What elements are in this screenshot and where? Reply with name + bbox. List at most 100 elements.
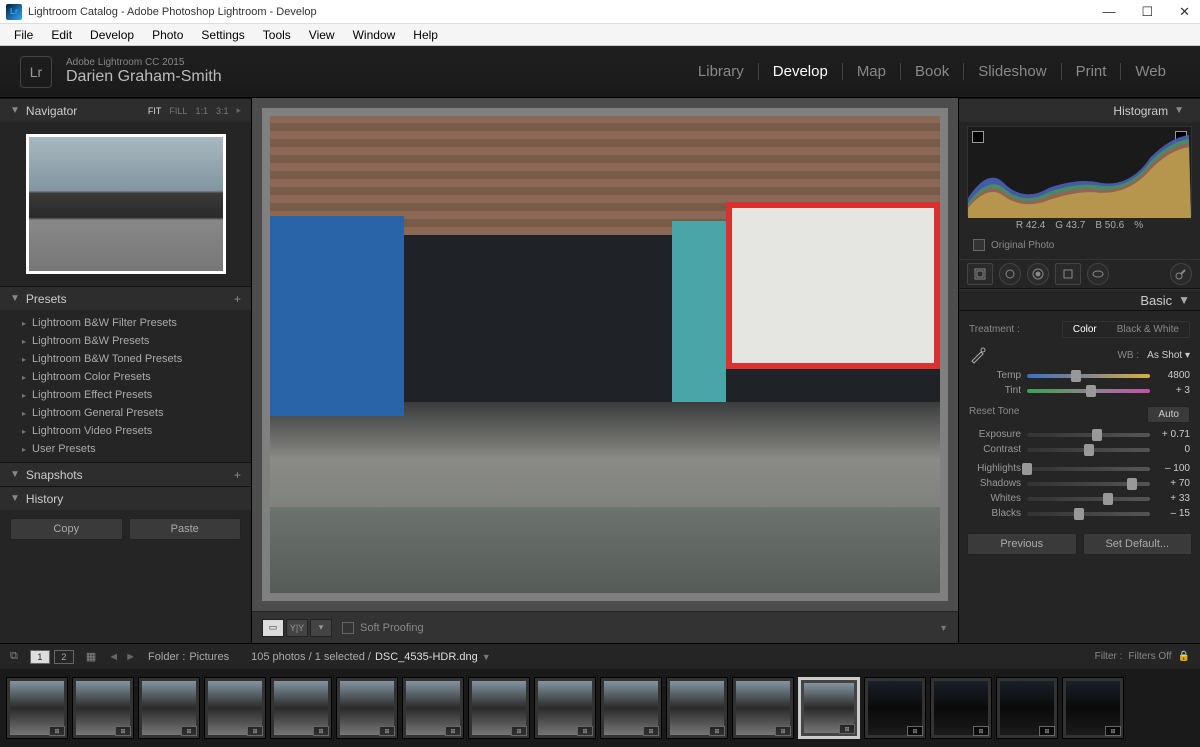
paste-button[interactable]: Paste <box>129 518 242 540</box>
thumbnail[interactable]: ⊞ <box>270 677 332 739</box>
copy-button[interactable]: Copy <box>10 518 123 540</box>
module-print[interactable]: Print <box>1062 63 1122 80</box>
filter-lock-icon[interactable]: 🔒 <box>1178 651 1190 662</box>
preset-folder[interactable]: Lightroom B&W Filter Presets <box>0 314 251 332</box>
current-file[interactable]: DSC_4535-HDR.dng <box>375 651 478 663</box>
presets-panel-header[interactable]: ▼Presets + <box>0 286 251 310</box>
add-snapshot-icon[interactable]: + <box>234 468 241 482</box>
slider-tint-slider[interactable] <box>1027 389 1150 393</box>
nav-forward-icon[interactable]: ► <box>125 651 136 663</box>
original-photo-checkbox[interactable] <box>973 239 985 251</box>
treatment-color[interactable]: Color <box>1063 322 1107 337</box>
menu-edit[interactable]: Edit <box>43 26 80 44</box>
navigator-panel-header[interactable]: ▼Navigator FITFILL1:13:1▸ <box>0 98 251 122</box>
basic-panel-header[interactable]: Basic ▼ <box>959 289 1200 311</box>
graduated-filter-icon[interactable] <box>1055 263 1081 285</box>
maximize-button[interactable]: ☐ <box>1137 4 1157 20</box>
adjustment-brush-icon[interactable] <box>1170 263 1192 285</box>
thumbnail[interactable]: ⊞ <box>6 677 68 739</box>
module-book[interactable]: Book <box>901 63 964 80</box>
redeye-tool-icon[interactable] <box>1027 263 1049 285</box>
minimize-button[interactable]: — <box>1098 4 1119 20</box>
preset-folder[interactable]: Lightroom General Presets <box>0 404 251 422</box>
main-window-button[interactable]: 1 <box>30 650 50 664</box>
filter-select[interactable]: Filters Off <box>1128 651 1171 662</box>
add-preset-icon[interactable]: + <box>234 292 241 306</box>
nav-back-icon[interactable]: ◄ <box>108 651 119 663</box>
preset-folder[interactable]: Lightroom Color Presets <box>0 368 251 386</box>
thumbnail[interactable]: ⊞ <box>138 677 200 739</box>
wb-select[interactable]: As Shot ▾ <box>1147 350 1190 361</box>
history-panel-header[interactable]: ▼History <box>0 486 251 510</box>
before-after-lr-icon[interactable]: Y|Y <box>286 619 308 637</box>
loupe-view-icon[interactable]: ▭ <box>262 619 284 637</box>
thumbnail[interactable]: ⊞ <box>468 677 530 739</box>
preset-folder[interactable]: Lightroom Effect Presets <box>0 386 251 404</box>
thumbnail[interactable]: ⊞ <box>336 677 398 739</box>
crop-tool-icon[interactable] <box>967 263 993 285</box>
histogram-canvas[interactable] <box>967 126 1192 216</box>
thumbnail[interactable]: ⊞ <box>72 677 134 739</box>
reset-tone-link[interactable]: Reset Tone <box>969 406 1019 423</box>
thumbnail[interactable]: ⊞ <box>930 677 992 739</box>
thumbnail[interactable]: ⊞ <box>600 677 662 739</box>
thumbnail[interactable]: ⊞ <box>996 677 1058 739</box>
module-map[interactable]: Map <box>843 63 901 80</box>
slider-highlights-slider[interactable] <box>1027 467 1150 471</box>
thumbnail[interactable]: ⊞ <box>204 677 266 739</box>
menu-view[interactable]: View <box>301 26 343 44</box>
menu-photo[interactable]: Photo <box>144 26 191 44</box>
thumbnail[interactable]: ⊞ <box>1062 677 1124 739</box>
thumbnail[interactable]: ⊞ <box>534 677 596 739</box>
toolbar-options-chevron-icon[interactable]: ▼ <box>939 623 948 633</box>
soft-proof-checkbox[interactable] <box>342 622 354 634</box>
image-canvas[interactable] <box>262 108 948 601</box>
preset-folder[interactable]: Lightroom Video Presets <box>0 422 251 440</box>
navigator-preview[interactable] <box>26 134 226 274</box>
slider-whites-slider[interactable] <box>1027 497 1150 501</box>
nav-mode-31[interactable]: 3:1 <box>216 106 229 116</box>
slider-exposure-slider[interactable] <box>1027 433 1150 437</box>
menu-file[interactable]: File <box>6 26 41 44</box>
second-window-button[interactable]: 2 <box>54 650 74 664</box>
treatment-bw[interactable]: Black & White <box>1107 322 1189 337</box>
file-chevron-icon[interactable]: ▼ <box>482 652 491 662</box>
before-after-chevron-icon[interactable]: ▾ <box>310 619 332 637</box>
second-window-icon[interactable]: ⧉ <box>10 650 18 663</box>
module-develop[interactable]: Develop <box>759 63 843 80</box>
thumbnail[interactable]: ⊞ <box>402 677 464 739</box>
preset-folder[interactable]: Lightroom B&W Presets <box>0 332 251 350</box>
nav-mode-fit[interactable]: FIT <box>148 106 162 116</box>
menu-develop[interactable]: Develop <box>82 26 142 44</box>
wb-dropper-icon[interactable] <box>969 346 987 364</box>
folder-name[interactable]: Pictures <box>189 651 229 663</box>
module-slideshow[interactable]: Slideshow <box>964 63 1061 80</box>
thumbnail[interactable]: ⊞ <box>666 677 728 739</box>
close-button[interactable]: ✕ <box>1175 4 1194 20</box>
set-default-button[interactable]: Set Default... <box>1083 533 1193 555</box>
preset-folder[interactable]: Lightroom B&W Toned Presets <box>0 350 251 368</box>
menu-window[interactable]: Window <box>345 26 404 44</box>
slider-contrast-slider[interactable] <box>1027 448 1150 452</box>
auto-tone-button[interactable]: Auto <box>1147 406 1190 423</box>
nav-mode-11[interactable]: 1:1 <box>195 106 208 116</box>
spot-removal-icon[interactable] <box>999 263 1021 285</box>
module-library[interactable]: Library <box>684 63 759 80</box>
preset-folder[interactable]: User Presets <box>0 440 251 458</box>
menu-help[interactable]: Help <box>405 26 446 44</box>
nav-mode-fill[interactable]: FILL <box>169 106 187 116</box>
slider-blacks-slider[interactable] <box>1027 512 1150 516</box>
module-web[interactable]: Web <box>1121 63 1180 80</box>
slider-temp-slider[interactable] <box>1027 374 1150 378</box>
thumbnail[interactable]: ⊞ <box>864 677 926 739</box>
thumbnail[interactable]: ⊞ <box>798 677 860 739</box>
previous-button[interactable]: Previous <box>967 533 1077 555</box>
menu-tools[interactable]: Tools <box>255 26 299 44</box>
histogram-panel-header[interactable]: Histogram ▼ <box>959 98 1200 122</box>
menu-settings[interactable]: Settings <box>193 26 252 44</box>
filmstrip[interactable]: ⊞⊞⊞⊞⊞⊞⊞⊞⊞⊞⊞⊞⊞⊞⊞⊞⊞ <box>0 669 1200 747</box>
thumbnail[interactable]: ⊞ <box>732 677 794 739</box>
grid-icon[interactable]: ▦ <box>86 650 96 663</box>
snapshots-panel-header[interactable]: ▼Snapshots + <box>0 462 251 486</box>
slider-shadows-slider[interactable] <box>1027 482 1150 486</box>
